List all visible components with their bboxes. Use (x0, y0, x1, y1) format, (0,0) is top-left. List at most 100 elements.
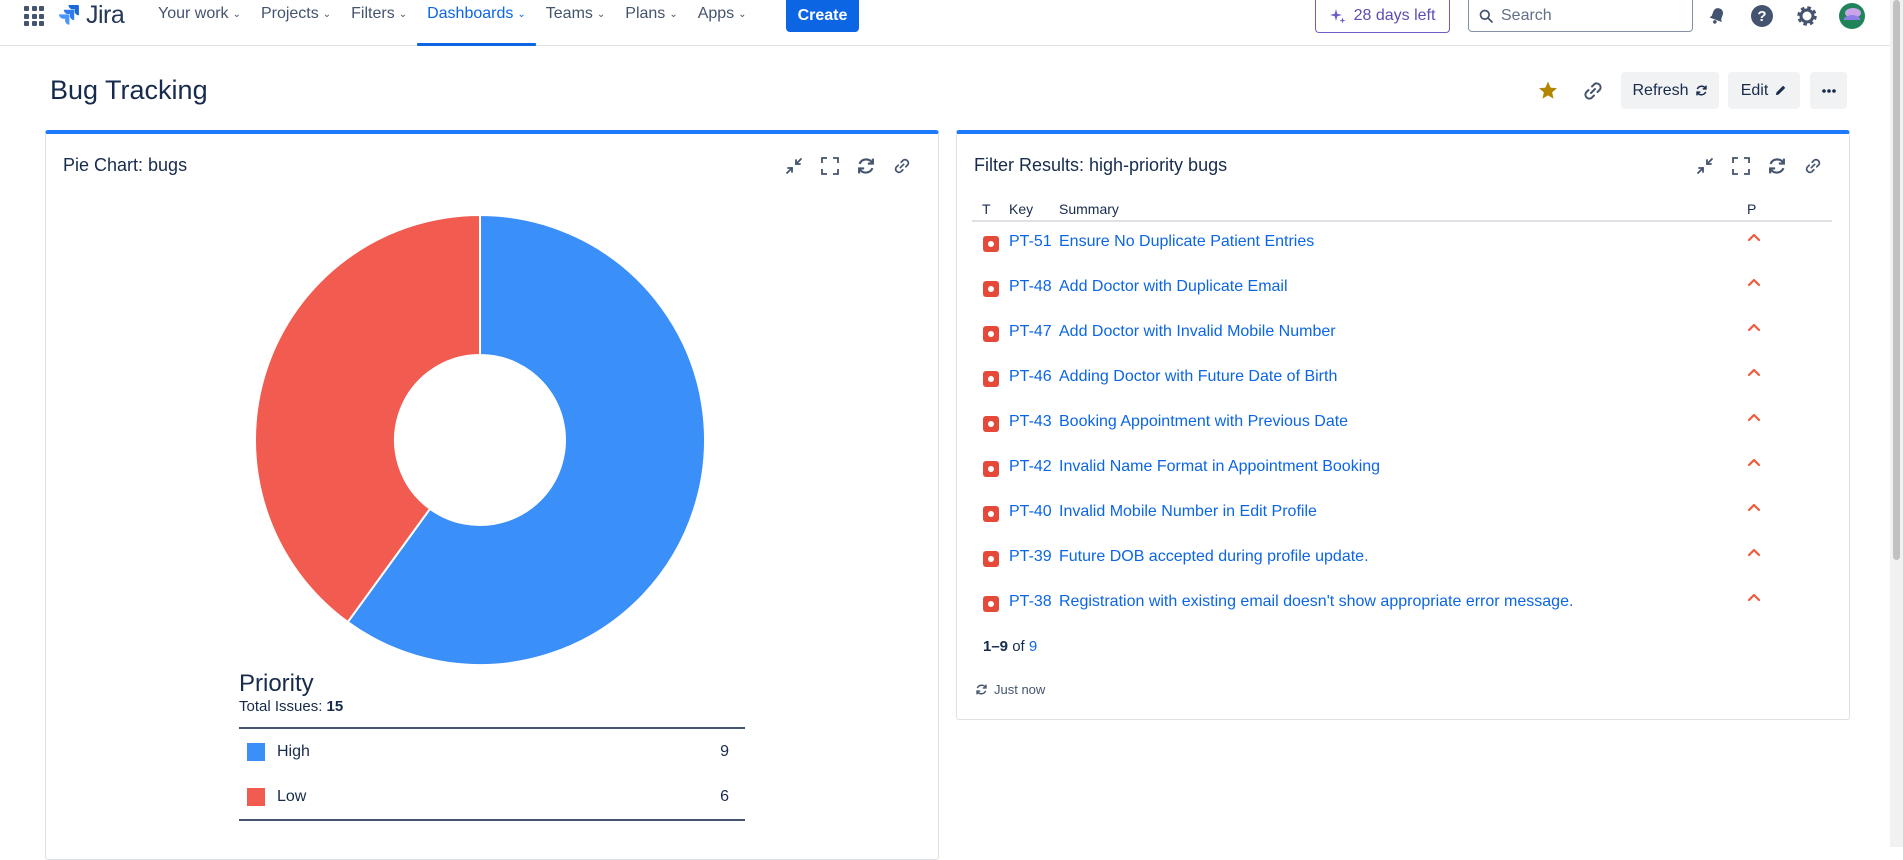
page-scrollbar[interactable] (1890, 0, 1903, 847)
nav-apps[interactable]: Apps ⌄ (688, 0, 757, 46)
table-row[interactable]: PT-42 Invalid Name Format in Appointment … (972, 447, 1832, 492)
column-header-type[interactable]: T (982, 201, 991, 217)
legend-value: 9 (720, 742, 729, 760)
table-row[interactable]: PT-47 Add Doctor with Invalid Mobile Numb… (972, 312, 1832, 357)
legend-total: Total Issues: 15 (239, 698, 343, 715)
nav-filters[interactable]: Filters ⌄ (341, 0, 417, 46)
legend-table: High 9 Low 6 (239, 727, 745, 821)
fullscreen-icon[interactable] (1729, 154, 1753, 178)
issue-key[interactable]: PT-42 (1009, 458, 1052, 476)
copy-link-button[interactable] (1581, 79, 1605, 103)
trial-label: 28 days left (1353, 7, 1436, 24)
table-row[interactable]: PT-51 Ensure No Duplicate Patient Entries (972, 222, 1832, 267)
table-row[interactable]: PT-48 Add Doctor with Duplicate Email (972, 267, 1832, 312)
avatar-icon (1839, 3, 1865, 29)
star-icon (1539, 81, 1557, 99)
nav-label: Projects (260, 5, 319, 22)
app-switcher-icon[interactable] (24, 6, 44, 26)
search-input[interactable] (1501, 6, 1671, 25)
legend-row-high[interactable]: High 9 (239, 729, 745, 774)
issue-summary[interactable]: Adding Doctor with Future Date of Birth (1059, 368, 1337, 386)
help-icon[interactable]: ? (1748, 2, 1776, 30)
column-header-key[interactable]: Key (1009, 201, 1033, 217)
legend-value: 6 (720, 787, 729, 805)
link-icon (1584, 82, 1602, 100)
refresh-button[interactable]: Refresh (1621, 72, 1719, 109)
gear-icon (1797, 6, 1817, 26)
fullscreen-icon[interactable] (818, 154, 842, 178)
table-row[interactable]: PT-46 Adding Doctor with Future Date of B… (972, 357, 1832, 402)
minimize-icon[interactable] (782, 154, 806, 178)
minimize-icon[interactable] (1693, 154, 1717, 178)
refresh-icon (1695, 85, 1707, 96)
link-icon[interactable] (890, 154, 914, 178)
column-header-priority[interactable]: P (1747, 201, 1756, 217)
refresh-label: Refresh (1632, 81, 1689, 99)
more-actions-button[interactable] (1810, 72, 1847, 109)
table-row[interactable]: PT-38 Registration with existing email do… (972, 582, 1832, 627)
search-box[interactable] (1468, 0, 1693, 32)
star-button[interactable] (1536, 79, 1560, 103)
issue-summary[interactable]: Invalid Mobile Number in Edit Profile (1059, 503, 1317, 521)
scrollbar-thumb[interactable] (1893, 0, 1900, 560)
total-label: Total Issues: (239, 698, 323, 715)
issue-summary[interactable]: Booking Appointment with Previous Date (1059, 413, 1348, 431)
issue-key[interactable]: PT-46 (1009, 368, 1052, 386)
issue-key[interactable]: PT-47 (1009, 323, 1052, 341)
nav-projects[interactable]: Projects ⌄ (251, 0, 341, 46)
refresh-icon[interactable] (854, 154, 878, 178)
issue-key[interactable]: PT-38 (1009, 593, 1052, 611)
bug-icon (983, 371, 999, 387)
issue-summary[interactable]: Add Doctor with Duplicate Email (1059, 278, 1288, 296)
nav-dashboards[interactable]: Dashboards ⌄ (417, 0, 536, 46)
issue-summary[interactable]: Invalid Name Format in Appointment Booki… (1059, 458, 1380, 476)
table-row[interactable]: PT-39 Future DOB accepted during profile … (972, 537, 1832, 582)
priority-high-icon (1747, 589, 1761, 607)
issue-key[interactable]: PT-48 (1009, 278, 1052, 296)
issue-key[interactable]: PT-51 (1009, 233, 1052, 251)
chevron-down-icon: ⌄ (398, 9, 408, 20)
question-icon: ? (1751, 5, 1773, 27)
chevron-down-icon: ⌄ (669, 9, 678, 20)
priority-high-icon (1747, 409, 1761, 427)
edit-label: Edit (1740, 81, 1769, 99)
pie-chart (254, 213, 706, 666)
settings-icon[interactable] (1793, 2, 1821, 30)
issue-key[interactable]: PT-43 (1009, 413, 1052, 431)
issue-key[interactable]: PT-39 (1009, 548, 1052, 566)
nav-teams[interactable]: Teams ⌄ (536, 0, 616, 46)
chevron-down-icon: ⌄ (738, 9, 747, 20)
issue-summary[interactable]: Future DOB accepted during profile updat… (1059, 548, 1369, 566)
trial-button[interactable]: 28 days left (1315, 0, 1450, 33)
column-header-summary[interactable]: Summary (1059, 201, 1119, 217)
edit-button[interactable]: Edit (1728, 72, 1800, 109)
chevron-down-icon: ⌄ (232, 9, 241, 20)
more-icon (1821, 88, 1836, 93)
notifications-icon[interactable] (1703, 2, 1731, 30)
table-row[interactable]: PT-40 Invalid Mobile Number in Edit Profi… (972, 492, 1832, 537)
create-button[interactable]: Create (786, 0, 859, 32)
bug-icon (983, 236, 999, 252)
refresh-icon[interactable] (975, 683, 988, 696)
gadget-toolbar (1693, 154, 1825, 178)
priority-high-icon (1747, 364, 1761, 382)
avatar[interactable] (1838, 2, 1866, 30)
nav-your-work[interactable]: Your work ⌄ (148, 0, 251, 46)
issue-summary[interactable]: Add Doctor with Invalid Mobile Number (1059, 323, 1336, 341)
nav-label: Your work (158, 5, 229, 22)
issue-key[interactable]: PT-40 (1009, 503, 1052, 521)
bug-icon (983, 596, 999, 612)
jira-logo[interactable]: Jira (58, 0, 125, 30)
refresh-icon[interactable] (1765, 154, 1789, 178)
legend-label: High (277, 742, 310, 760)
gadget-title: Pie Chart: bugs (63, 155, 188, 175)
issue-summary[interactable]: Registration with existing email doesn't… (1059, 593, 1573, 611)
legend-row-low[interactable]: Low 6 (239, 774, 745, 819)
sparkle-icon (1329, 9, 1346, 24)
pager-total[interactable]: 9 (1029, 638, 1037, 655)
issue-summary[interactable]: Ensure No Duplicate Patient Entries (1059, 233, 1314, 251)
nav-plans[interactable]: Plans ⌄ (615, 0, 687, 46)
link-icon[interactable] (1801, 154, 1825, 178)
table-row[interactable]: PT-43 Booking Appointment with Previous D… (972, 402, 1832, 447)
legend-swatch (247, 742, 265, 761)
